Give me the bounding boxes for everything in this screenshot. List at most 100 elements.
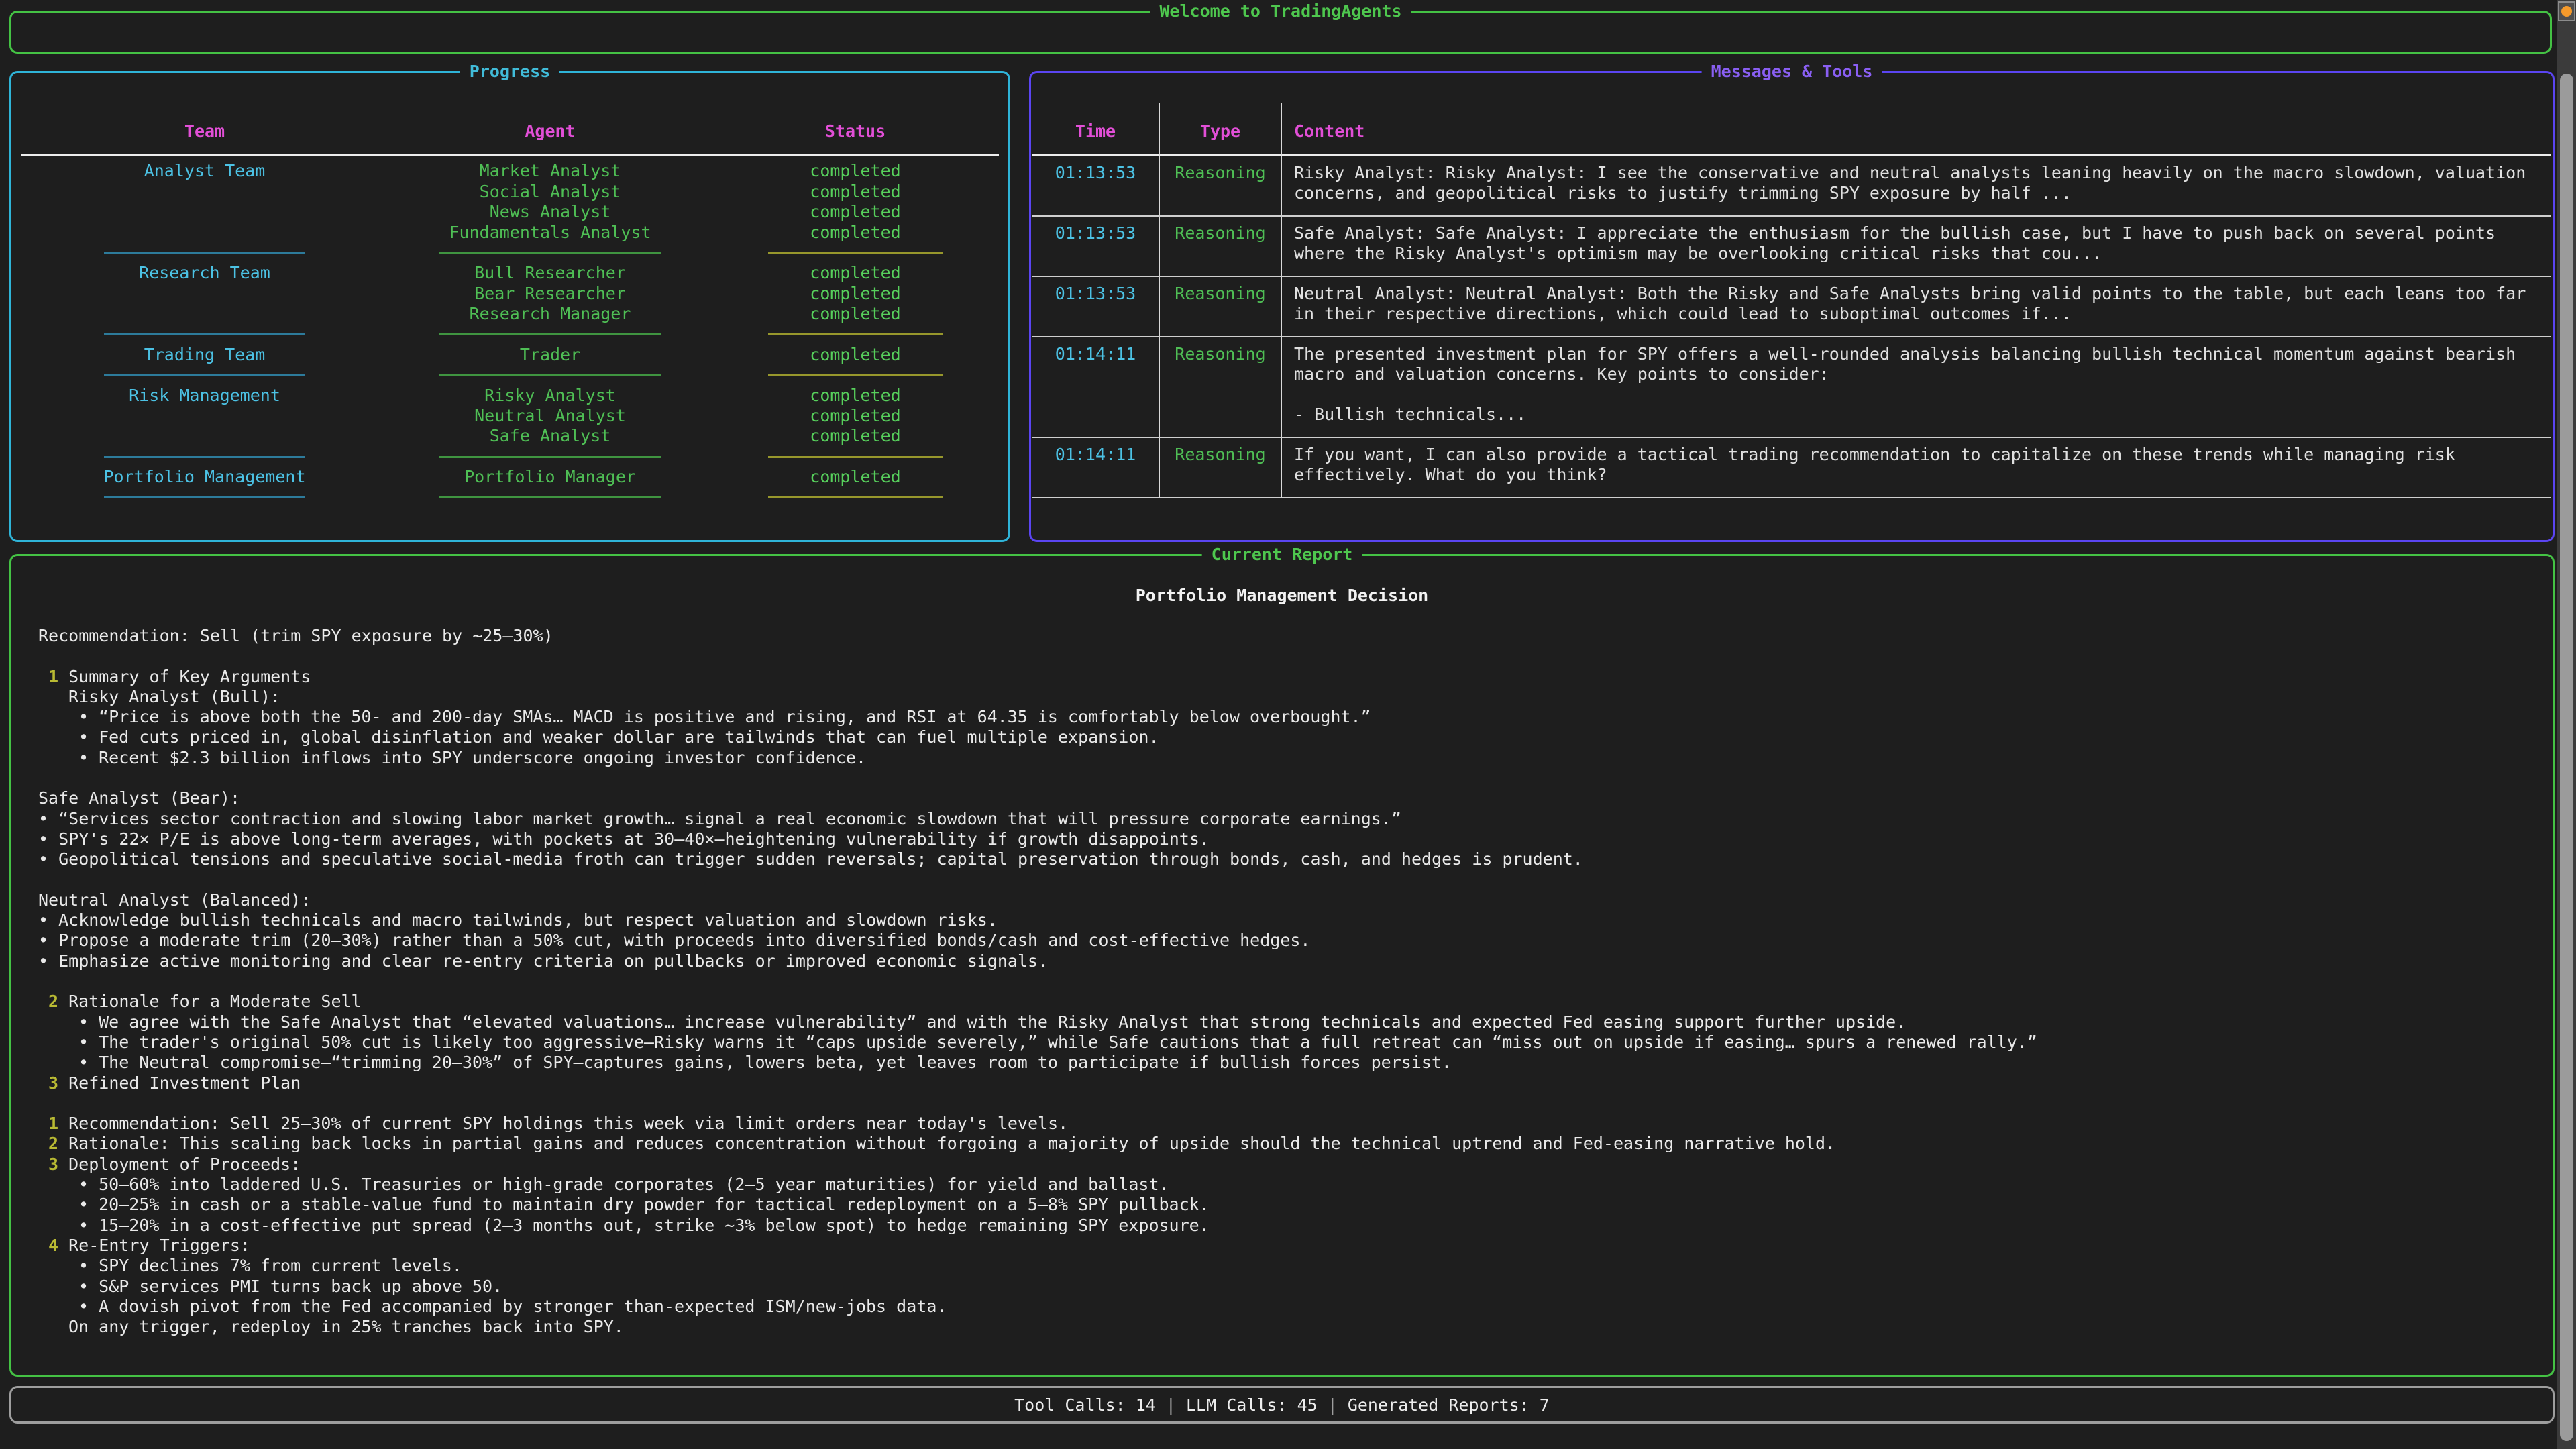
report-text: Recent $2.3 billion inflows into SPY und… [99,748,866,767]
message-type: Reasoning [1159,217,1281,277]
report-text: SPY declines 7% from current levels. [99,1256,462,1275]
agent-divider [439,456,661,458]
agent-cell: Bull Researcher [392,263,708,283]
scrollbar-track[interactable] [2557,0,2576,1449]
agent-cell: Market Analyst [392,161,708,181]
report-text: The Neutral compromise—“trimming 20–30%”… [99,1053,1452,1072]
scroll-top-button[interactable] [2558,1,2575,21]
list-marker: 1 [48,667,68,686]
list-marker: 3 [48,1073,68,1093]
agent-cell: Research Manager [392,304,708,324]
agent-cell: Safe Analyst [392,426,708,446]
progress-row: Bear Researchercompleted [17,284,1003,304]
orange-dot-icon [2561,6,2572,17]
report-line: • Emphasize active monitoring and clear … [11,951,2553,971]
status-divider [768,374,943,376]
message-time: 01:13:53 [1032,277,1159,337]
report-text: 20–25% in cash or a stable-value fund to… [99,1195,1210,1214]
report-line: Safe Analyst (Bear): [11,788,2553,808]
report-line: • The Neutral compromise—“trimming 20–30… [11,1053,2553,1073]
column-header-team: Team [17,121,392,142]
list-marker: 3 [48,1155,68,1174]
agent-divider [439,252,661,254]
separator-cell [17,325,392,345]
list-marker: • [78,1032,99,1052]
status-cell: completed [708,202,1003,222]
report-text: Risky Analyst (Bull): [68,687,280,706]
report-text: Neutral Analyst (Balanced): [38,890,311,910]
report-line [11,1093,2553,1114]
report-line: • Fed cuts priced in, global disinflatio… [11,727,2553,747]
progress-row: Risk ManagementRisky Analystcompleted [17,386,1003,406]
list-marker: • [78,1175,99,1194]
group-separator-row [17,365,1003,385]
list-marker: • [38,809,58,828]
report-line: 3 Deployment of Proceeds: [11,1155,2553,1175]
message-type: Reasoning [1159,438,1281,498]
message-time: 01:13:53 [1032,156,1159,217]
column-header-agent: Agent [392,121,708,142]
report-text: Deployment of Proceeds: [68,1155,301,1174]
team-divider [104,374,305,376]
column-header-type: Type [1159,103,1281,156]
list-marker: • [78,727,99,747]
report-text: Summary of Key Arguments [68,667,311,686]
report-line: • Propose a moderate trim (20–30%) rathe… [11,930,2553,951]
report-text: S&P services PMI turns back up above 50. [99,1277,502,1296]
separator-cell [708,243,1003,263]
stat-item: Tool Calls: 14 [1014,1395,1156,1415]
report-line: • A dovish pivot from the Fed accompanie… [11,1297,2553,1317]
report-text: Emphasize active monitoring and clear re… [58,951,1048,971]
report-text: Fed cuts priced in, global disinflation … [99,727,1159,747]
progress-row: Analyst TeamMarket Analystcompleted [17,161,1003,181]
report-text: Rationale: This scaling back locks in pa… [68,1134,1835,1153]
separator-cell [708,447,1003,467]
message-content: Safe Analyst: Safe Analyst: I appreciate… [1281,217,2551,277]
group-separator-row [17,243,1003,263]
list-marker: • [78,1277,99,1296]
report-line: • Recent $2.3 billion inflows into SPY u… [11,748,2553,768]
current-report-panel-title: Current Report [1202,545,1362,565]
progress-row: Safe Analystcompleted [17,426,1003,446]
separator-cell [17,488,392,508]
progress-row: Research Managercompleted [17,304,1003,324]
report-text: Recommendation: Sell (trim SPY exposure … [38,626,553,645]
message-type: Reasoning [1159,156,1281,217]
list-marker: • [38,829,58,849]
scrollbar-thumb[interactable] [2560,74,2573,1441]
group-separator-row [17,325,1003,345]
report-text: 15–20% in a cost-effective put spread (2… [99,1216,1210,1235]
stat-item: Generated Reports: 7 [1348,1395,1550,1415]
progress-table: Team Agent Status Analyst TeamMarket Ana… [11,121,1008,508]
list-marker: • [38,930,58,950]
report-text: Geopolitical tensions and speculative so… [58,849,1583,869]
status-cell: completed [708,467,1003,487]
report-line: Risky Analyst (Bull): [11,687,2553,707]
status-divider [768,333,943,335]
welcome-title: Welcome to TradingAgents [1150,1,1411,21]
progress-table-header: Team Agent Status [17,121,1003,142]
team-cell [17,182,392,202]
status-divider [768,252,943,254]
progress-panel-title: Progress [460,62,559,82]
report-line: • SPY declines 7% from current levels. [11,1256,2553,1276]
report-line: 3 Refined Investment Plan [11,1073,2553,1093]
agent-cell: Social Analyst [392,182,708,202]
progress-row: Research TeamBull Researchercompleted [17,263,1003,283]
list-marker: • [38,951,58,971]
report-text: Rationale for a Moderate Sell [68,991,362,1011]
progress-row: Neutral Analystcompleted [17,406,1003,426]
report-line: 4 Re-Entry Triggers: [11,1236,2553,1256]
team-divider [104,456,305,458]
status-cell: completed [708,304,1003,324]
list-marker: • [78,707,99,727]
list-marker: • [78,1256,99,1275]
report-text: “Price is above both the 50- and 200-day… [99,707,1371,727]
status-cell: completed [708,223,1003,243]
report-text: On any trigger, redeploy in 25% tranches… [68,1317,624,1336]
report-line: • Acknowledge bullish technicals and mac… [11,910,2553,930]
status-cell: completed [708,284,1003,304]
report-text: Acknowledge bullish technicals and macro… [58,910,998,930]
separator-cell [17,447,392,467]
separator-cell [392,243,708,263]
